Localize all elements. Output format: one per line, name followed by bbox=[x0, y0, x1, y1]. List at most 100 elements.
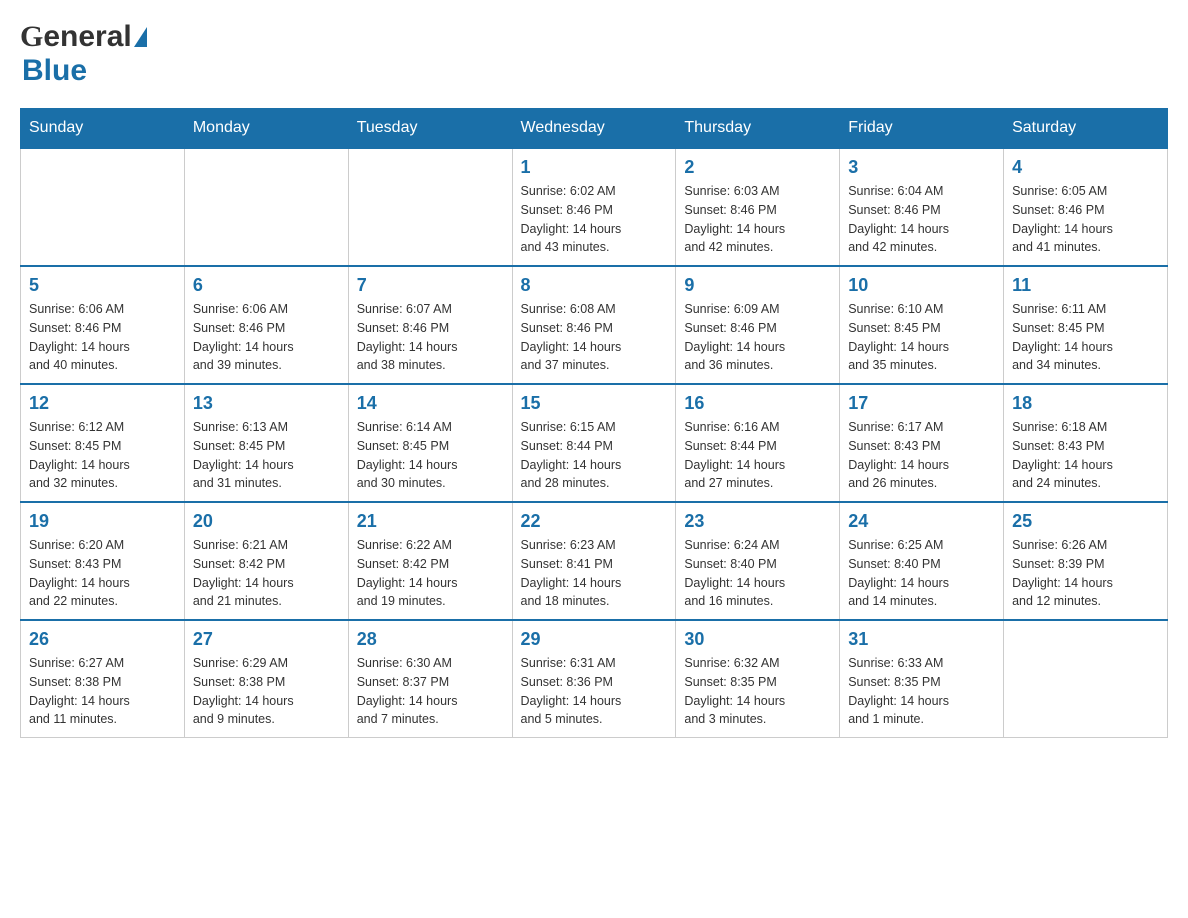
day-number: 6 bbox=[193, 275, 340, 296]
day-info: Sunrise: 6:15 AM Sunset: 8:44 PM Dayligh… bbox=[521, 418, 668, 493]
calendar-cell: 10 Sunrise: 6:10 AM Sunset: 8:45 PM Dayli… bbox=[840, 266, 1004, 384]
day-info: Sunrise: 6:20 AM Sunset: 8:43 PM Dayligh… bbox=[29, 536, 176, 611]
day-number: 21 bbox=[357, 511, 504, 532]
day-info: Sunrise: 6:26 AM Sunset: 8:39 PM Dayligh… bbox=[1012, 536, 1159, 611]
day-header-monday: Monday bbox=[184, 109, 348, 149]
day-info: Sunrise: 6:16 AM Sunset: 8:44 PM Dayligh… bbox=[684, 418, 831, 493]
calendar-cell bbox=[21, 148, 185, 266]
calendar-cell: 14 Sunrise: 6:14 AM Sunset: 8:45 PM Dayli… bbox=[348, 384, 512, 502]
day-info: Sunrise: 6:04 AM Sunset: 8:46 PM Dayligh… bbox=[848, 182, 995, 257]
calendar-cell: 13 Sunrise: 6:13 AM Sunset: 8:45 PM Dayli… bbox=[184, 384, 348, 502]
day-info: Sunrise: 6:25 AM Sunset: 8:40 PM Dayligh… bbox=[848, 536, 995, 611]
day-number: 8 bbox=[521, 275, 668, 296]
day-info: Sunrise: 6:05 AM Sunset: 8:46 PM Dayligh… bbox=[1012, 182, 1159, 257]
day-info: Sunrise: 6:30 AM Sunset: 8:37 PM Dayligh… bbox=[357, 654, 504, 729]
calendar-cell: 15 Sunrise: 6:15 AM Sunset: 8:44 PM Dayli… bbox=[512, 384, 676, 502]
page-header: G eneral Blue bbox=[20, 20, 1168, 88]
day-number: 12 bbox=[29, 393, 176, 414]
calendar-table: SundayMondayTuesdayWednesdayThursdayFrid… bbox=[20, 108, 1168, 738]
calendar-cell bbox=[1004, 620, 1168, 738]
day-number: 1 bbox=[521, 157, 668, 178]
day-number: 11 bbox=[1012, 275, 1159, 296]
day-info: Sunrise: 6:10 AM Sunset: 8:45 PM Dayligh… bbox=[848, 300, 995, 375]
logo-g-letter: G bbox=[20, 20, 43, 54]
day-info: Sunrise: 6:33 AM Sunset: 8:35 PM Dayligh… bbox=[848, 654, 995, 729]
logo: G eneral Blue bbox=[20, 20, 147, 88]
day-header-thursday: Thursday bbox=[676, 109, 840, 149]
day-number: 28 bbox=[357, 629, 504, 650]
logo-eneral-text: eneral bbox=[43, 20, 131, 54]
calendar-cell: 16 Sunrise: 6:16 AM Sunset: 8:44 PM Dayli… bbox=[676, 384, 840, 502]
day-number: 20 bbox=[193, 511, 340, 532]
calendar-cell: 1 Sunrise: 6:02 AM Sunset: 8:46 PM Daylig… bbox=[512, 148, 676, 266]
day-info: Sunrise: 6:03 AM Sunset: 8:46 PM Dayligh… bbox=[684, 182, 831, 257]
calendar-cell bbox=[348, 148, 512, 266]
logo-blue-text: Blue bbox=[20, 54, 87, 87]
calendar-cell: 11Sunrise: 6:11 AM Sunset: 8:45 PM Dayli… bbox=[1004, 266, 1168, 384]
calendar-cell: 9Sunrise: 6:09 AM Sunset: 8:46 PM Daylig… bbox=[676, 266, 840, 384]
day-info: Sunrise: 6:14 AM Sunset: 8:45 PM Dayligh… bbox=[357, 418, 504, 493]
logo-triangle-icon bbox=[134, 27, 147, 47]
calendar-week-1: 1 Sunrise: 6:02 AM Sunset: 8:46 PM Daylig… bbox=[21, 148, 1168, 266]
calendar-cell: 21 Sunrise: 6:22 AM Sunset: 8:42 PM Dayli… bbox=[348, 502, 512, 620]
day-header-wednesday: Wednesday bbox=[512, 109, 676, 149]
day-info: Sunrise: 6:31 AM Sunset: 8:36 PM Dayligh… bbox=[521, 654, 668, 729]
day-header-friday: Friday bbox=[840, 109, 1004, 149]
calendar-cell: 8 Sunrise: 6:08 AM Sunset: 8:46 PM Daylig… bbox=[512, 266, 676, 384]
day-number: 4 bbox=[1012, 157, 1159, 178]
day-header-sunday: Sunday bbox=[21, 109, 185, 149]
day-info: Sunrise: 6:06 AM Sunset: 8:46 PM Dayligh… bbox=[193, 300, 340, 375]
calendar-week-3: 12Sunrise: 6:12 AM Sunset: 8:45 PM Dayli… bbox=[21, 384, 1168, 502]
calendar-cell: 19 Sunrise: 6:20 AM Sunset: 8:43 PM Dayli… bbox=[21, 502, 185, 620]
days-of-week-row: SundayMondayTuesdayWednesdayThursdayFrid… bbox=[21, 109, 1168, 149]
calendar-cell: 28 Sunrise: 6:30 AM Sunset: 8:37 PM Dayli… bbox=[348, 620, 512, 738]
day-info: Sunrise: 6:32 AM Sunset: 8:35 PM Dayligh… bbox=[684, 654, 831, 729]
day-info: Sunrise: 6:18 AM Sunset: 8:43 PM Dayligh… bbox=[1012, 418, 1159, 493]
day-number: 19 bbox=[29, 511, 176, 532]
calendar-cell: 31Sunrise: 6:33 AM Sunset: 8:35 PM Dayli… bbox=[840, 620, 1004, 738]
calendar-cell: 24Sunrise: 6:25 AM Sunset: 8:40 PM Dayli… bbox=[840, 502, 1004, 620]
day-number: 23 bbox=[684, 511, 831, 532]
calendar-cell: 2 Sunrise: 6:03 AM Sunset: 8:46 PM Daylig… bbox=[676, 148, 840, 266]
calendar-cell: 3Sunrise: 6:04 AM Sunset: 8:46 PM Daylig… bbox=[840, 148, 1004, 266]
day-number: 10 bbox=[848, 275, 995, 296]
day-number: 13 bbox=[193, 393, 340, 414]
calendar-cell: 30Sunrise: 6:32 AM Sunset: 8:35 PM Dayli… bbox=[676, 620, 840, 738]
calendar-cell: 25 Sunrise: 6:26 AM Sunset: 8:39 PM Dayli… bbox=[1004, 502, 1168, 620]
calendar-cell bbox=[184, 148, 348, 266]
day-info: Sunrise: 6:24 AM Sunset: 8:40 PM Dayligh… bbox=[684, 536, 831, 611]
calendar-header: SundayMondayTuesdayWednesdayThursdayFrid… bbox=[21, 109, 1168, 149]
day-number: 15 bbox=[521, 393, 668, 414]
day-number: 22 bbox=[521, 511, 668, 532]
calendar-cell: 20Sunrise: 6:21 AM Sunset: 8:42 PM Dayli… bbox=[184, 502, 348, 620]
day-number: 9 bbox=[684, 275, 831, 296]
day-info: Sunrise: 6:27 AM Sunset: 8:38 PM Dayligh… bbox=[29, 654, 176, 729]
calendar-cell: 27Sunrise: 6:29 AM Sunset: 8:38 PM Dayli… bbox=[184, 620, 348, 738]
day-info: Sunrise: 6:02 AM Sunset: 8:46 PM Dayligh… bbox=[521, 182, 668, 257]
calendar-cell: 6 Sunrise: 6:06 AM Sunset: 8:46 PM Daylig… bbox=[184, 266, 348, 384]
calendar-cell: 4 Sunrise: 6:05 AM Sunset: 8:46 PM Daylig… bbox=[1004, 148, 1168, 266]
calendar-cell: 23 Sunrise: 6:24 AM Sunset: 8:40 PM Dayli… bbox=[676, 502, 840, 620]
day-info: Sunrise: 6:22 AM Sunset: 8:42 PM Dayligh… bbox=[357, 536, 504, 611]
day-info: Sunrise: 6:29 AM Sunset: 8:38 PM Dayligh… bbox=[193, 654, 340, 729]
day-number: 16 bbox=[684, 393, 831, 414]
day-number: 14 bbox=[357, 393, 504, 414]
day-number: 29 bbox=[521, 629, 668, 650]
day-info: Sunrise: 6:08 AM Sunset: 8:46 PM Dayligh… bbox=[521, 300, 668, 375]
day-info: Sunrise: 6:23 AM Sunset: 8:41 PM Dayligh… bbox=[521, 536, 668, 611]
day-number: 5 bbox=[29, 275, 176, 296]
day-info: Sunrise: 6:06 AM Sunset: 8:46 PM Dayligh… bbox=[29, 300, 176, 375]
day-info: Sunrise: 6:13 AM Sunset: 8:45 PM Dayligh… bbox=[193, 418, 340, 493]
calendar-cell: 7Sunrise: 6:07 AM Sunset: 8:46 PM Daylig… bbox=[348, 266, 512, 384]
day-number: 2 bbox=[684, 157, 831, 178]
day-header-tuesday: Tuesday bbox=[348, 109, 512, 149]
day-info: Sunrise: 6:17 AM Sunset: 8:43 PM Dayligh… bbox=[848, 418, 995, 493]
day-number: 25 bbox=[1012, 511, 1159, 532]
day-number: 26 bbox=[29, 629, 176, 650]
calendar-cell: 5 Sunrise: 6:06 AM Sunset: 8:46 PM Daylig… bbox=[21, 266, 185, 384]
calendar-cell: 12Sunrise: 6:12 AM Sunset: 8:45 PM Dayli… bbox=[21, 384, 185, 502]
day-number: 7 bbox=[357, 275, 504, 296]
calendar-week-2: 5 Sunrise: 6:06 AM Sunset: 8:46 PM Daylig… bbox=[21, 266, 1168, 384]
calendar-cell: 22 Sunrise: 6:23 AM Sunset: 8:41 PM Dayli… bbox=[512, 502, 676, 620]
calendar-cell: 29 Sunrise: 6:31 AM Sunset: 8:36 PM Dayli… bbox=[512, 620, 676, 738]
